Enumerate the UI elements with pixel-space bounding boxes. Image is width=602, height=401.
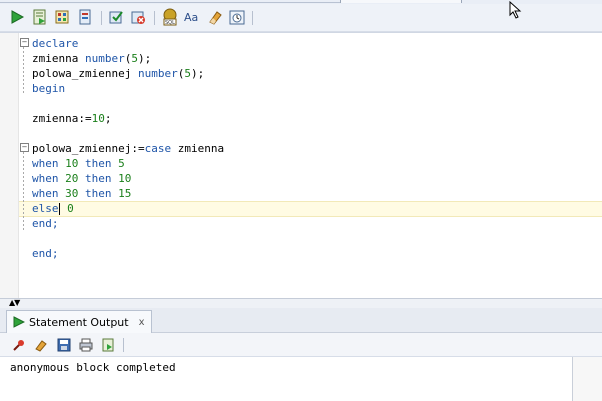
tab-border-active	[340, 0, 462, 3]
worksheet-toolbar: SQL Aa	[0, 0, 602, 32]
code-text: polowa_zmiennej:=	[32, 142, 145, 155]
code-line[interactable]: when 10 then 5	[32, 156, 125, 171]
toolbar-separator	[154, 11, 155, 25]
code-keyword: then	[85, 157, 112, 170]
code-keyword: when	[32, 157, 59, 170]
code-line[interactable]: zmienna:=10;	[32, 111, 111, 126]
code-line[interactable]: declare	[32, 36, 78, 51]
output-tab-bar: Statement Output x	[0, 308, 602, 333]
cursor-pointer-icon	[508, 0, 524, 22]
output-message: anonymous block completed	[10, 361, 176, 374]
export-icon[interactable]	[99, 336, 116, 353]
code-text: );	[137, 52, 152, 65]
code-keyword: else	[32, 202, 59, 215]
code-keyword: then	[85, 172, 112, 185]
current-line-highlight	[19, 201, 602, 217]
code-line[interactable]: polowa_zmiennej:=case zmienna	[32, 141, 224, 156]
code-keyword: when	[32, 172, 59, 185]
svg-text:Aa: Aa	[184, 11, 198, 24]
code-keyword: end;	[32, 217, 59, 230]
output-scrollbar[interactable]	[573, 357, 602, 401]
print-icon[interactable]	[77, 336, 94, 353]
code-text: zmienna:=	[32, 112, 92, 125]
explain-plan-icon[interactable]	[53, 8, 71, 26]
code-number: 20	[65, 172, 79, 185]
sql-editor[interactable]: − − declare zmienna number(5); polowa_zmie…	[0, 32, 602, 299]
rollback-icon[interactable]	[129, 8, 147, 26]
sql-tuning-icon[interactable]: SQL	[161, 8, 179, 26]
code-text: );	[190, 67, 205, 80]
text-caret	[58, 203, 60, 215]
fold-collapse-icon[interactable]: −	[20, 38, 29, 47]
fold-guide	[23, 47, 24, 95]
code-number: 30	[65, 187, 79, 200]
code-line[interactable]: end;	[32, 216, 59, 231]
code-keyword: end;	[32, 247, 59, 260]
code-keyword: number	[84, 52, 125, 65]
code-line[interactable]: zmienna number(5);	[32, 51, 151, 66]
code-text: zmienna	[171, 142, 225, 155]
tab-statement-output[interactable]: Statement Output x	[6, 310, 152, 333]
code-keyword: case	[144, 142, 172, 155]
code-number: 10	[118, 172, 132, 185]
run-script-icon[interactable]	[31, 8, 49, 26]
code-keyword: number	[137, 67, 178, 80]
autotrace-icon[interactable]	[76, 8, 94, 26]
run-statement-icon[interactable]	[8, 8, 26, 26]
to-upper-lower-icon[interactable]: Aa	[184, 8, 202, 26]
clear-icon[interactable]	[206, 8, 224, 26]
code-number: 15	[118, 187, 132, 200]
close-icon[interactable]: x	[139, 317, 145, 328]
splitter-arrows-icon[interactable]: ▲▼	[9, 299, 20, 307]
code-text: ;	[104, 112, 112, 125]
toolbar-separator	[101, 11, 102, 25]
code-line[interactable]: end;	[32, 246, 59, 261]
history-icon[interactable]	[228, 8, 246, 26]
save-icon[interactable]	[55, 336, 72, 353]
code-number: 5	[118, 157, 125, 170]
tab-label: Statement Output	[29, 315, 129, 329]
code-number: 10	[91, 112, 105, 125]
tab-border	[0, 0, 340, 3]
pin-icon[interactable]	[10, 336, 27, 353]
output-toolbar	[0, 333, 602, 357]
code-line[interactable]: polowa_zmiennej number(5);	[32, 66, 204, 81]
code-line[interactable]: when 30 then 15	[32, 186, 131, 201]
code-text: zmienna	[32, 52, 85, 65]
commit-icon[interactable]	[107, 8, 125, 26]
code-keyword: then	[85, 187, 112, 200]
run-output-icon	[13, 316, 25, 328]
code-line[interactable]: begin	[32, 81, 65, 96]
code-keyword: begin	[32, 82, 66, 95]
editor-gutter	[0, 33, 19, 299]
code-text: polowa_zmiennej	[32, 67, 138, 80]
svg-text:SQL: SQL	[165, 20, 175, 26]
eraser-icon[interactable]	[32, 336, 49, 353]
code-number: 10	[65, 157, 79, 170]
code-keyword: when	[32, 187, 59, 200]
output-text-area[interactable]: anonymous block completed	[0, 357, 573, 401]
code-number: 5	[184, 67, 191, 80]
toolbar-separator	[252, 11, 253, 25]
code-line[interactable]: else 0	[32, 201, 74, 216]
code-number: 0	[67, 202, 74, 215]
fold-guide	[23, 152, 24, 231]
toolbar-separator	[123, 338, 124, 352]
code-line[interactable]: when 20 then 10	[32, 171, 131, 186]
code-number: 5	[131, 52, 138, 65]
fold-collapse-icon[interactable]: −	[20, 143, 29, 152]
code-keyword: declare	[32, 37, 79, 50]
